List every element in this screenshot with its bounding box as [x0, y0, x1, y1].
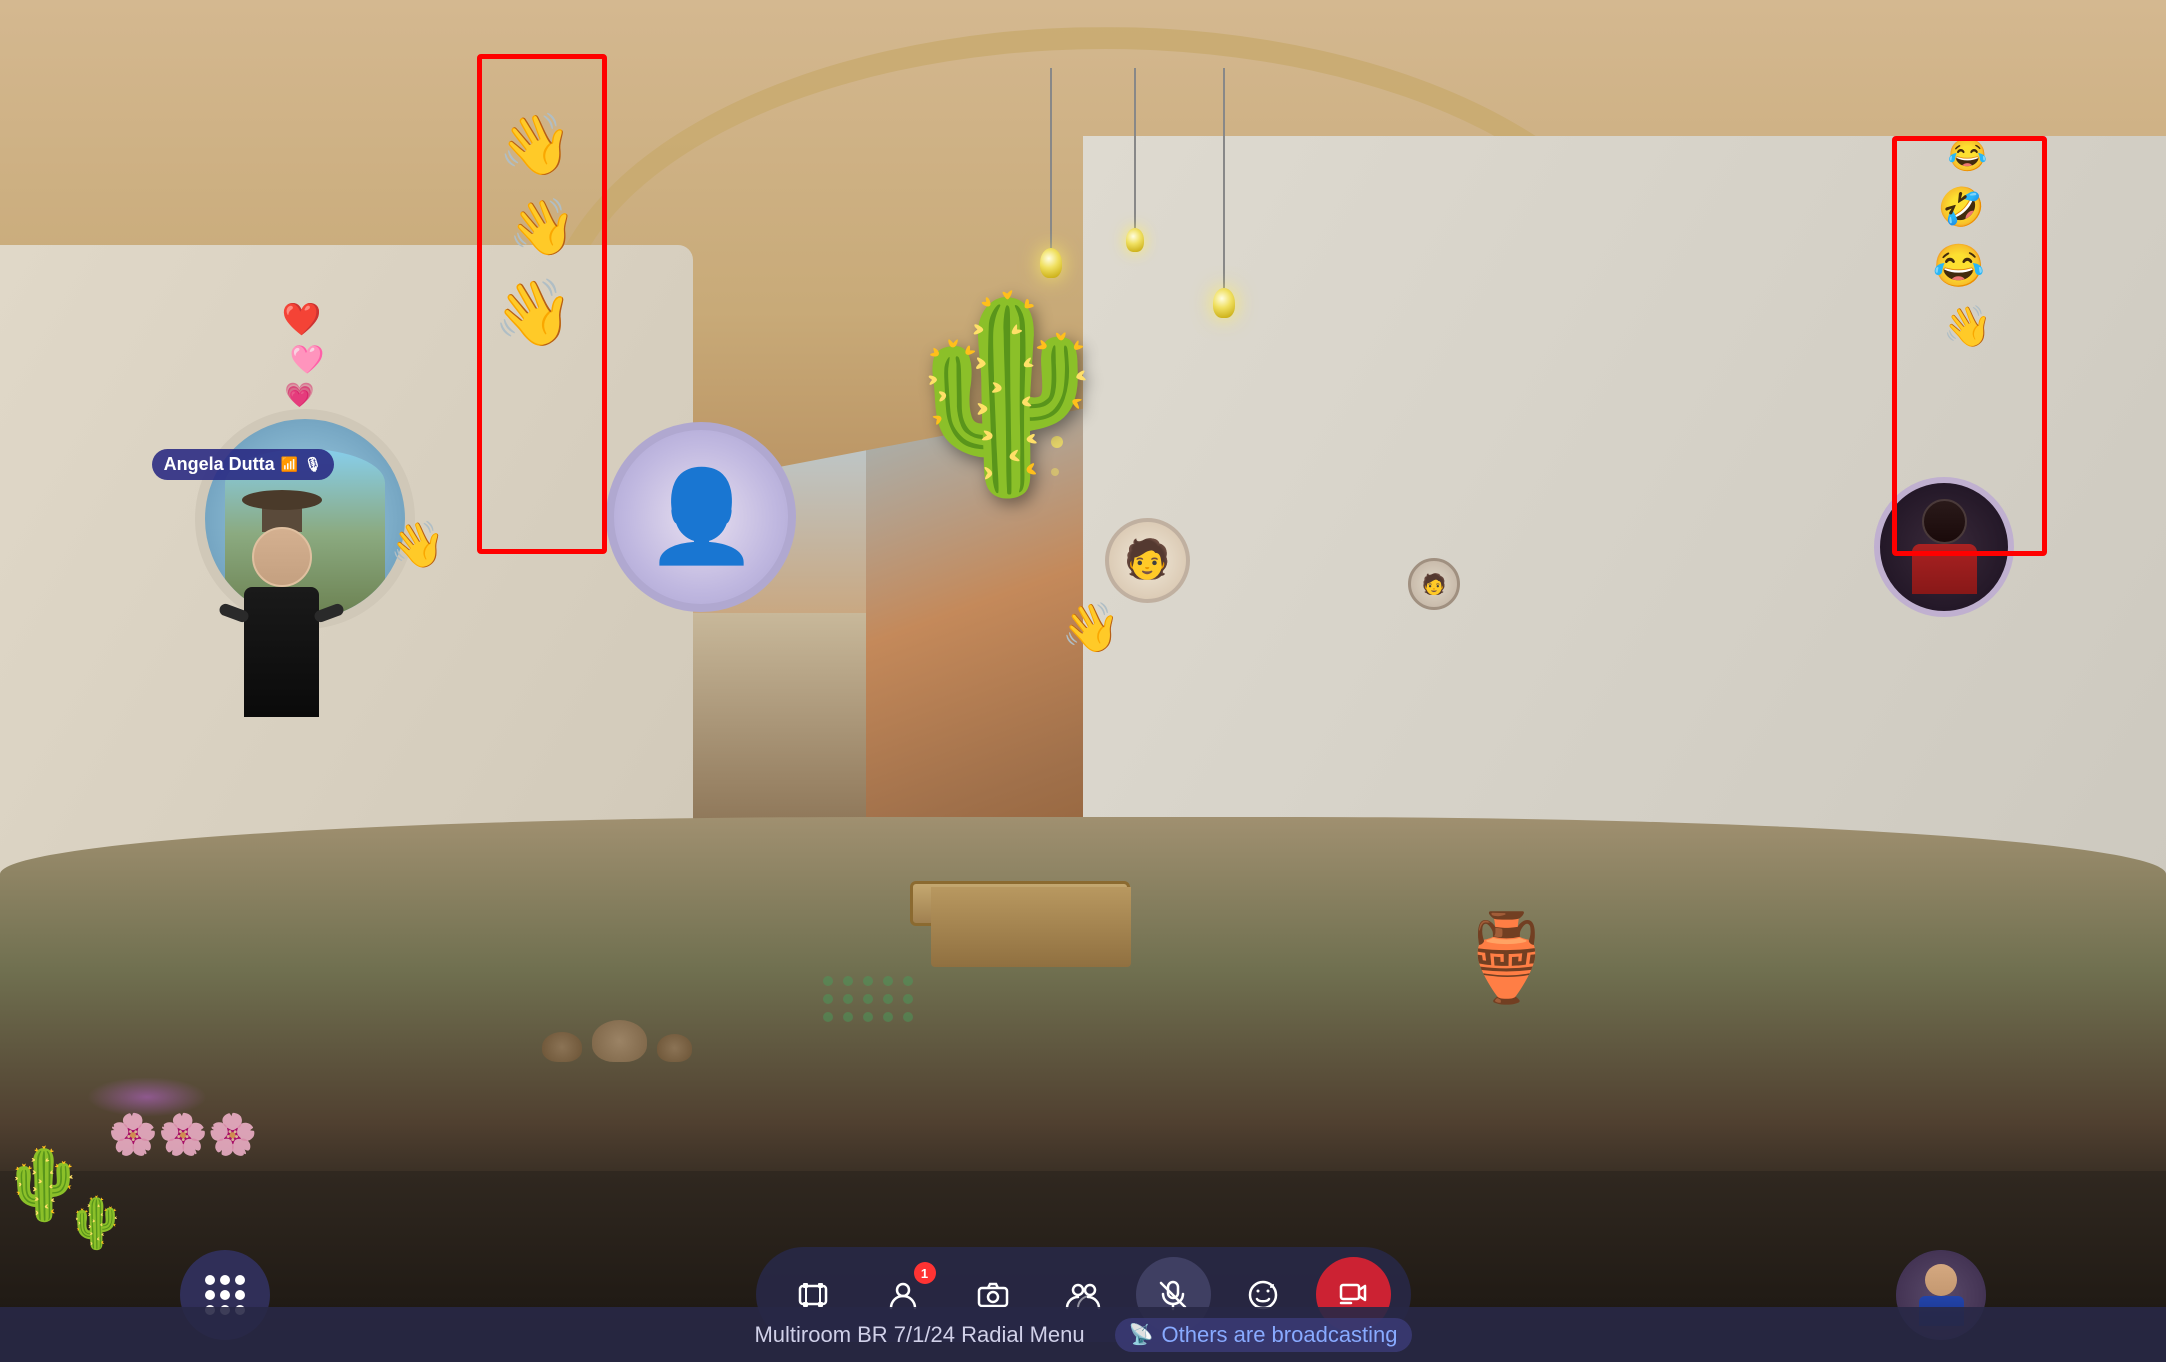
angela-name-label: Angela Dutta 📶 🎙: [152, 449, 334, 480]
hearts-angela: ❤️ 🩷 💗: [282, 300, 325, 410]
heart-2: 🩷: [290, 343, 325, 376]
emoji-wave-3: 👋: [493, 275, 576, 351]
broadcast-icon: 📡: [1129, 1322, 1154, 1347]
emoji-wave-2: 👋: [508, 195, 576, 260]
emojis-right-broadcast: 😂 🤣 😂 👋: [1938, 136, 1993, 350]
hanging-light-3: [1126, 68, 1144, 252]
emoji-rofl-1: 🤣: [1938, 186, 1993, 230]
emojis-left-broadcast: 👋 👋 👋: [498, 109, 576, 351]
profile-badge: 1: [914, 1262, 936, 1284]
bench-legs: [931, 887, 1131, 967]
small-rocks: [542, 1020, 692, 1062]
emoji-laughing-1: 😂: [1948, 136, 1993, 174]
heart-1: ❤️: [282, 300, 325, 338]
decorative-path: [823, 976, 915, 1022]
scene-background: 🌵 🏺 🌵 🌵 🌸🌸🌸: [0, 0, 2166, 1362]
mic-icon: 🎙: [304, 456, 322, 473]
interior-floor: [0, 817, 2166, 1198]
emoji-laugh-2: 😂: [1933, 242, 1993, 291]
avatar-mid: 🧑: [1105, 518, 1190, 603]
wave-angela: 👋: [390, 518, 446, 571]
hanging-light-1: [1040, 68, 1062, 278]
room-name-text: Multiroom BR 7/1/24 Radial Menu: [754, 1322, 1084, 1348]
wave-small: 👋: [1061, 599, 1121, 656]
purple-glow: [87, 1077, 207, 1117]
avatar-far: 🧑: [1408, 558, 1460, 610]
avatar-center-icon: 👤: [645, 472, 757, 562]
character-angela: [217, 490, 347, 717]
heart-3: 💗: [285, 381, 325, 410]
avatar-center-broadcast: 👤: [606, 422, 796, 612]
hanging-light-2: [1213, 68, 1235, 318]
broadcasting-indicator[interactable]: 📡 Others are broadcasting: [1115, 1318, 1412, 1352]
emoji-wave-1: 👋: [498, 109, 576, 180]
angela-name-text: Angela Dutta: [164, 454, 275, 475]
small-cactus-left: 🌵: [65, 1194, 127, 1253]
avatar-right-broadcast: [1874, 477, 2014, 617]
flowers-left: 🌸🌸🌸: [108, 1111, 257, 1158]
wifi-icon: 📶: [281, 456, 298, 473]
broadcasting-text: Others are broadcasting: [1162, 1322, 1398, 1348]
cactus-main: 🌵: [888, 300, 1125, 490]
emoji-wave-right: 👋: [1943, 303, 1993, 350]
vase: 🏺: [1454, 908, 1560, 1008]
status-bar: Multiroom BR 7/1/24 Radial Menu 📡 Others…: [0, 1307, 2166, 1362]
